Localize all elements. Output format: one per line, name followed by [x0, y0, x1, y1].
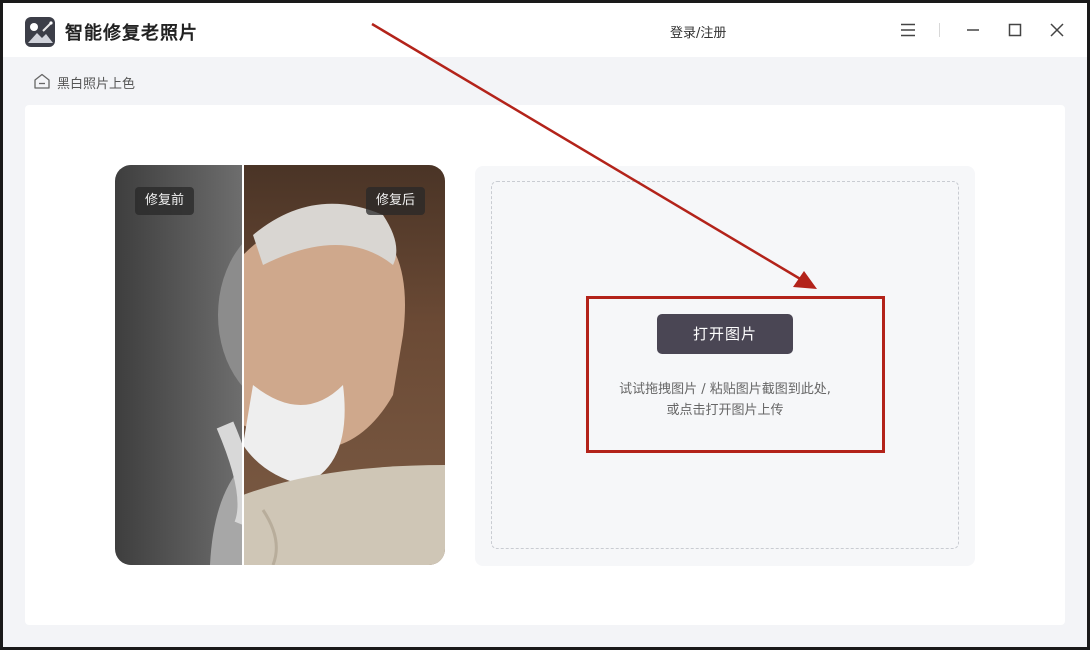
- title-bar: 智能修复老照片 登录/注册: [3, 3, 1087, 57]
- before-image: [115, 165, 362, 565]
- app-logo-icon: [25, 17, 55, 47]
- maximize-icon[interactable]: [1002, 17, 1028, 43]
- app-window: 智能修复老照片 登录/注册 黑白照片上色 修复前 修复后 打开图片 试试拖拽图片…: [3, 3, 1087, 647]
- annotation-highlight-box: [586, 296, 885, 453]
- before-label: 修复前: [135, 187, 195, 215]
- login-register-link[interactable]: 登录/注册: [670, 22, 726, 41]
- after-image: [243, 165, 445, 565]
- menu-icon[interactable]: [895, 17, 921, 43]
- compare-divider[interactable]: [242, 165, 244, 565]
- breadcrumb-label: 黑白照片上色: [57, 77, 136, 92]
- after-label: 修复后: [365, 187, 425, 215]
- before-after-preview: 修复前 修复后: [115, 165, 445, 565]
- app-title: 智能修复老照片: [65, 23, 198, 44]
- home-icon[interactable]: [33, 72, 51, 94]
- minimize-icon[interactable]: [960, 17, 986, 43]
- close-icon[interactable]: [1044, 17, 1070, 43]
- titlebar-divider: [939, 23, 940, 37]
